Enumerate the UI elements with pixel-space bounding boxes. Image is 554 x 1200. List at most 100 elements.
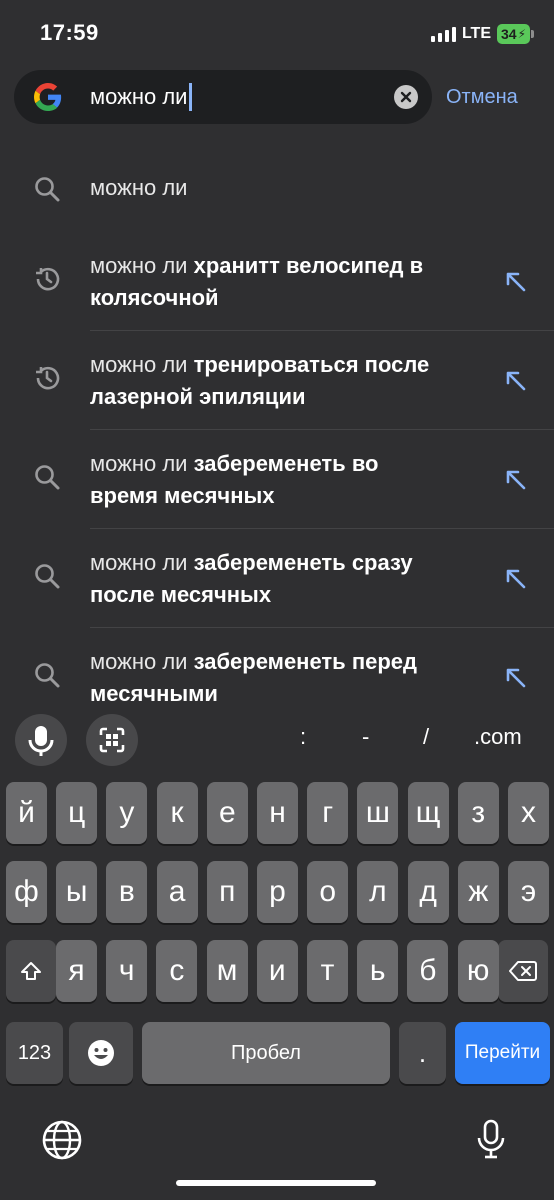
key-л[interactable]: л — [357, 861, 399, 923]
numbers-key[interactable]: 123 — [6, 1022, 63, 1084]
key-ч[interactable]: ч — [106, 940, 148, 1002]
suggestions-list: можно ли можно ли хранитт велосипед в кол… — [0, 140, 554, 706]
key-т[interactable]: т — [307, 940, 348, 1002]
suggestion-completion: забеременеть сразу — [193, 550, 413, 575]
key-ц[interactable]: ц — [56, 782, 98, 844]
suggestion-text: можно ли забеременеть сразу после месячны… — [90, 547, 490, 611]
shift-key[interactable] — [6, 940, 56, 1002]
key-с[interactable]: с — [156, 940, 198, 1002]
status-indicators: LTE 34 ⚡ — [430, 24, 534, 44]
mic-icon — [28, 726, 54, 756]
suggestion-completion: после месячных — [90, 582, 272, 607]
key-п[interactable]: п — [206, 861, 248, 923]
key-и[interactable]: и — [256, 940, 298, 1002]
search-icon — [32, 561, 62, 591]
battery-level: 34 — [500, 26, 517, 42]
key-й[interactable]: й — [6, 782, 47, 844]
dotcom-key[interactable]: .com — [474, 724, 522, 750]
suggestion-prefix: можно ли — [90, 352, 194, 377]
suggestion-completion: лазерной эпиляции — [90, 384, 306, 409]
key-ю[interactable]: ю — [457, 940, 499, 1002]
separator — [90, 330, 554, 331]
suggestion-text: можно ли тренироваться после лазерной эпи… — [90, 349, 490, 413]
suggestion-text: можно ли хранитт велосипед в колясочной — [90, 250, 490, 314]
suggestion-prefix: можно ли — [90, 253, 194, 278]
emoji-icon — [88, 1040, 114, 1066]
suggestion-completion: месячными — [90, 681, 218, 706]
backspace-key[interactable] — [498, 940, 548, 1002]
suggestion-completion: колясочной — [90, 285, 219, 310]
fill-arrow-icon[interactable] — [500, 464, 530, 494]
voice-search-button[interactable] — [15, 714, 67, 766]
text-caret — [189, 83, 193, 111]
fill-arrow-icon[interactable] — [500, 662, 530, 692]
suggestion-completion: забеременеть во — [193, 451, 379, 476]
google-logo-icon — [34, 83, 62, 111]
key-щ[interactable]: щ — [407, 782, 449, 844]
history-icon — [32, 363, 62, 393]
status-bar: 17:59 LTE 34 ⚡ — [0, 0, 554, 66]
key-р[interactable]: р — [257, 861, 298, 923]
search-input[interactable]: можно ли — [90, 83, 193, 111]
key-а[interactable]: а — [156, 861, 198, 923]
suggestion-completion: тренироваться после — [193, 352, 430, 377]
emoji-key[interactable] — [69, 1022, 133, 1084]
separator — [90, 528, 554, 529]
suggestion-completion: хранитт велосипед в — [193, 253, 424, 278]
colon-key[interactable]: : — [300, 724, 306, 750]
suggestion-text: можно ли забеременеть перед месячными — [90, 646, 490, 706]
shift-icon — [21, 962, 41, 980]
signal-icon — [430, 26, 456, 42]
key-г[interactable]: г — [307, 782, 349, 844]
globe-icon[interactable] — [39, 1117, 85, 1163]
space-key[interactable]: Пробел — [142, 1022, 390, 1084]
key-у[interactable]: у — [106, 782, 148, 844]
go-key[interactable]: Перейти — [455, 1022, 550, 1084]
fill-arrow-icon[interactable] — [500, 365, 530, 395]
period-key[interactable]: . — [399, 1022, 446, 1084]
key-ф[interactable]: ф — [6, 861, 47, 923]
search-icon — [32, 174, 62, 204]
suggestion-prefix: можно ли — [90, 451, 194, 476]
suggestion-text: можно ли забеременеть во время месячных — [90, 448, 490, 512]
slash-key[interactable]: / — [423, 724, 429, 750]
suggestion-prefix: можно ли — [90, 649, 194, 674]
key-ш[interactable]: ш — [357, 782, 399, 844]
fill-arrow-icon[interactable] — [500, 266, 530, 296]
close-icon — [400, 91, 412, 103]
keyboard: 123 Пробел . Перейти йцукенгшщзх фывапрол… — [0, 770, 554, 1200]
key-я[interactable]: я — [56, 940, 97, 1002]
key-к[interactable]: к — [156, 782, 198, 844]
key-з[interactable]: з — [457, 782, 499, 844]
key-э[interactable]: э — [508, 861, 549, 923]
key-б[interactable]: б — [407, 940, 449, 1002]
home-indicator — [176, 1180, 376, 1186]
separator — [90, 429, 554, 430]
suggestion-completion: время месячных — [90, 483, 275, 508]
key-д[interactable]: д — [407, 861, 449, 923]
suggestion-prefix: можно ли — [90, 175, 188, 200]
dictation-mic-icon[interactable] — [468, 1117, 514, 1163]
search-icon — [32, 462, 62, 492]
battery-icon: 34 ⚡ — [496, 24, 534, 44]
key-е[interactable]: е — [206, 782, 248, 844]
key-ж[interactable]: ж — [457, 861, 499, 923]
cancel-button[interactable]: Отмена — [446, 86, 518, 109]
key-в[interactable]: в — [106, 861, 148, 923]
lens-button[interactable] — [86, 714, 138, 766]
keyboard-toolbar: : - / .com — [0, 706, 554, 770]
key-о[interactable]: о — [307, 861, 349, 923]
key-х[interactable]: х — [508, 782, 549, 844]
dash-key[interactable]: - — [362, 724, 369, 750]
backspace-icon — [509, 961, 537, 981]
key-м[interactable]: м — [206, 940, 248, 1002]
key-ь[interactable]: ь — [357, 940, 399, 1002]
network-type: LTE — [461, 25, 491, 42]
search-bar[interactable]: можно ли — [14, 70, 432, 124]
clear-button[interactable] — [394, 85, 418, 109]
search-icon — [32, 660, 62, 690]
key-ы[interactable]: ы — [56, 861, 98, 923]
fill-arrow-icon[interactable] — [500, 563, 530, 593]
suggestion-completion: забеременеть перед — [193, 649, 417, 674]
key-н[interactable]: н — [257, 782, 298, 844]
